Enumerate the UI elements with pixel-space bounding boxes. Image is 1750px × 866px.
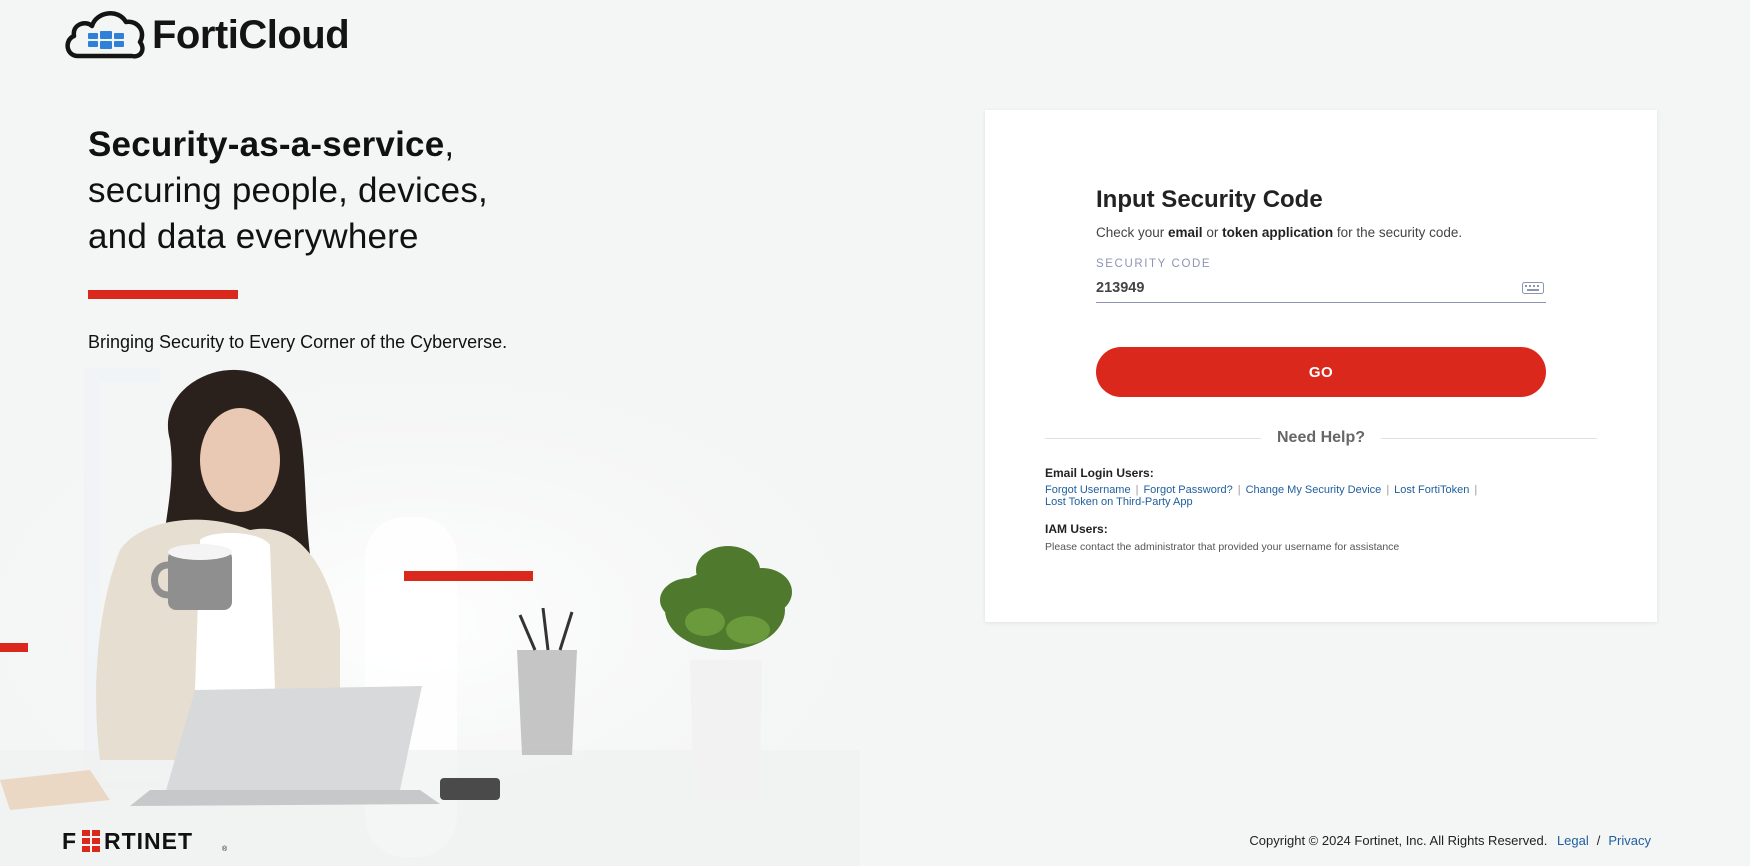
card-title: Input Security Code bbox=[1096, 186, 1323, 213]
hero-title-line3: and data everywhere bbox=[88, 217, 419, 256]
desc-suffix: for the security code. bbox=[1333, 225, 1463, 240]
desc-token: token application bbox=[1222, 225, 1334, 240]
brand-name: FortiCloud bbox=[152, 12, 350, 57]
svg-text:F: F bbox=[62, 829, 77, 853]
desc-prefix: Check your bbox=[1096, 225, 1169, 240]
forgot-password-link[interactable]: Forgot Password? bbox=[1143, 484, 1232, 496]
divider-line-right bbox=[1381, 437, 1598, 439]
iam-users-heading: IAM Users: bbox=[1045, 522, 1108, 536]
svg-text:RTINET: RTINET bbox=[104, 829, 193, 853]
need-help-divider: Need Help? bbox=[1045, 427, 1598, 449]
privacy-link[interactable]: Privacy bbox=[1608, 833, 1651, 848]
hero-title-bold: Security-as-a-service bbox=[88, 125, 445, 164]
security-code-field bbox=[1096, 274, 1546, 303]
divider-line-left bbox=[1045, 437, 1261, 439]
security-code-label: SECURITY CODE bbox=[1096, 258, 1212, 270]
go-button[interactable]: GO bbox=[1096, 347, 1546, 397]
forgot-username-link[interactable]: Forgot Username bbox=[1045, 484, 1131, 496]
hero-subtitle: Bringing Security to Every Corner of the… bbox=[88, 332, 508, 352]
card-description: Check your email or token application fo… bbox=[1096, 225, 1462, 240]
hero-section: Security-as-a-service, securing people, … bbox=[88, 122, 608, 353]
email-users-heading: Email Login Users: bbox=[1045, 466, 1154, 480]
footer-separator: / bbox=[1596, 833, 1601, 848]
security-code-input[interactable] bbox=[1096, 280, 1496, 296]
fortinet-logo: F RTINET ® bbox=[62, 829, 228, 853]
hero-title-line2: securing people, devices, bbox=[88, 171, 488, 210]
cloud-logo-icon bbox=[65, 11, 145, 59]
need-help-label: Need Help? bbox=[1277, 429, 1366, 446]
footer: Copyright © 2024 Fortinet, Inc. All Righ… bbox=[1249, 833, 1651, 848]
desc-or: or bbox=[1202, 225, 1223, 240]
hero-title-comma: , bbox=[444, 125, 455, 164]
hero-illustration bbox=[0, 360, 860, 866]
copyright-text: Copyright © 2024 Fortinet, Inc. All Righ… bbox=[1249, 833, 1548, 848]
desc-email: email bbox=[1168, 225, 1203, 240]
lost-fortitoken-link[interactable]: Lost FortiToken bbox=[1394, 484, 1469, 496]
legal-link[interactable]: Legal bbox=[1557, 833, 1589, 848]
keyboard-icon[interactable] bbox=[1522, 282, 1544, 294]
security-code-card: Input Security Code Check your email or … bbox=[985, 110, 1657, 622]
hero-title: Security-as-a-service, securing people, … bbox=[88, 122, 608, 260]
help-links: Forgot Username | Forgot Password? | Change … bbox=[1045, 484, 1478, 508]
iam-users-note: Please contact the administrator that pr… bbox=[1045, 541, 1400, 553]
change-security-device-link[interactable]: Change My Security Device bbox=[1246, 484, 1382, 496]
forticloud-logo: FortiCloud bbox=[62, 6, 350, 64]
hero-red-rule bbox=[88, 290, 238, 299]
lost-third-party-token-link[interactable]: Lost Token on Third-Party App bbox=[1045, 496, 1193, 508]
svg-text:®: ® bbox=[222, 845, 228, 853]
